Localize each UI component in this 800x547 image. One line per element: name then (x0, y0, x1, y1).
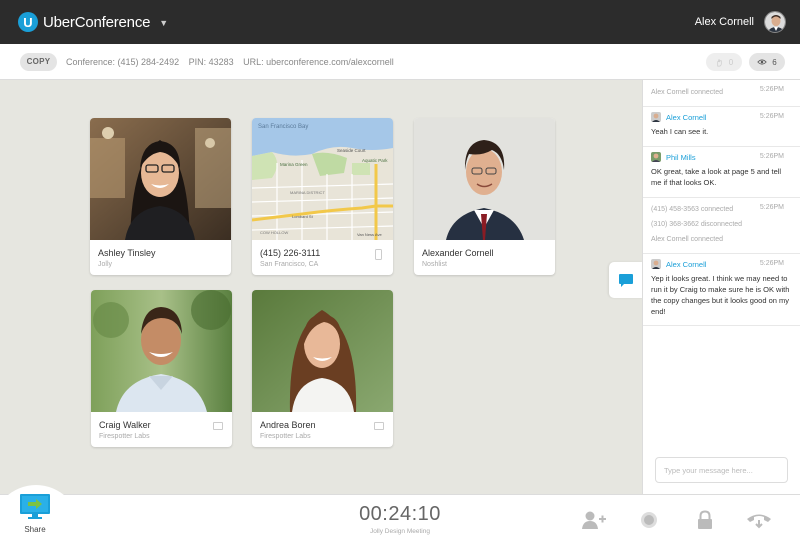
call-timer: 00:24:10 (359, 503, 441, 525)
avatar (651, 259, 661, 269)
message-text: Yeah I can see it. (651, 127, 709, 136)
viewers-count: 6 (772, 57, 777, 67)
author-name: Phil Mills (666, 152, 696, 162)
raised-hands-button[interactable]: 0 (706, 53, 742, 71)
record-icon (641, 512, 657, 528)
participant-card[interactable]: San Francisco Bay Marina Green Seaside C… (252, 118, 393, 275)
map-label: Marina Green (280, 162, 308, 167)
app-logo-menu[interactable]: U UberConference ▼ (18, 12, 168, 32)
chat-message: Alex Cornell Yep it looks great. I think… (643, 254, 800, 326)
conference-info-bar: COPY Conference: (415) 284-2492 PIN: 432… (0, 44, 800, 80)
participant-card[interactable]: Ashley Tinsley Jolly (90, 118, 231, 275)
map-label: MARINA DISTRICT (290, 190, 325, 195)
conference-pin: PIN: 43283 (188, 56, 234, 67)
timestamp: 5:26PM (759, 113, 784, 120)
location-map: San Francisco Bay Marina Green Seaside C… (252, 118, 393, 240)
computer-icon (374, 422, 384, 430)
participant-photo (91, 290, 232, 412)
share-label: Share (24, 525, 46, 534)
app-name: UberConference (43, 13, 151, 31)
chevron-down-icon: ▼ (159, 17, 169, 28)
logo-icon: U (18, 12, 38, 32)
add-person-icon (582, 511, 606, 529)
participant-name: Ashley Tinsley (98, 248, 156, 258)
participant-company: Jolly (98, 261, 113, 268)
copy-button[interactable]: COPY (20, 52, 57, 71)
map-label: Aquatic Park (362, 158, 388, 163)
avatar (651, 112, 661, 122)
participant-meta: Craig Walker Firespotter Labs (91, 412, 232, 447)
participant-company: Noshlist (422, 261, 447, 268)
timestamp: 5:26PM (759, 260, 784, 267)
message-text: Yep it looks great. I think we may need … (651, 274, 790, 316)
conference-url: URL: uberconference.com/alexcornell (243, 56, 394, 67)
share-screen-button[interactable]: Share (17, 493, 53, 534)
participant-meta: Ashley Tinsley Jolly (90, 240, 231, 275)
hangup-icon (747, 514, 771, 529)
chat-bubble-icon (619, 273, 633, 287)
message-text: OK great, take a look at page 5 and tell… (651, 167, 782, 187)
participant-name: (415) 226-3111 (260, 248, 321, 258)
participant-photo (414, 118, 555, 240)
chat-toggle-button[interactable] (609, 262, 643, 298)
chat-message-input[interactable] (655, 457, 788, 483)
user-name: Alex Cornell (694, 16, 754, 28)
map-label: Seaside Court (337, 148, 366, 153)
participant-name: Alexander Cornell (422, 248, 494, 258)
add-participant-button[interactable] (580, 507, 608, 533)
participant-meta: Alexander Cornell Noshlist (414, 240, 555, 275)
chat-message: Phil Mills OK great, take a look at page… (643, 147, 800, 198)
screen-share-icon (20, 494, 50, 519)
system-text: (310) 368-3662 disconnected (651, 221, 743, 228)
raised-hands-count: 0 (728, 57, 734, 67)
participant-photo (90, 118, 231, 240)
top-bar: U UberConference ▼ Alex Cornell (0, 0, 800, 44)
hand-icon (717, 58, 722, 66)
system-text: Alex Cornell connected (651, 236, 723, 243)
participant-photo (252, 290, 393, 412)
phone-icon (375, 249, 382, 260)
chat-system-event: Alex Cornell connected 5:26PM (643, 80, 800, 107)
chat-system-event: (415) 458-3563 connected (310) 368-3662 … (643, 198, 800, 254)
conference-details: Conference: (415) 284-2492 PIN: 43283 UR… (66, 57, 401, 67)
eye-icon (757, 59, 768, 65)
conference-number: Conference: (415) 284-2492 (66, 56, 180, 67)
call-controls-bar: Share 00:24:10 Jolly Design Meeting (0, 485, 800, 547)
map-label: San Francisco Bay (258, 124, 308, 130)
participant-card[interactable]: Andrea Boren Firespotter Labs (252, 290, 393, 447)
timestamp: 5:26PM (759, 86, 784, 93)
participant-card[interactable]: Alexander Cornell Noshlist (414, 118, 555, 275)
map-label: COW HOLLOW (260, 230, 288, 235)
chat-message: Alex Cornell Yeah I can see it. 5:26PM (643, 107, 800, 147)
lock-icon (698, 510, 712, 529)
viewers-button[interactable]: 6 (749, 53, 785, 71)
participant-meta: Andrea Boren Firespotter Labs (252, 412, 393, 447)
timestamp: 5:26PM (759, 204, 784, 211)
participant-company: Firespotter Labs (99, 433, 150, 440)
map-label: Van Ness Ave (357, 232, 383, 237)
avatar (651, 152, 661, 162)
computer-icon (213, 422, 223, 430)
avatar (764, 11, 786, 33)
meeting-name: Jolly Design Meeting (370, 528, 430, 535)
participant-company: San Francisco, CA (260, 261, 319, 268)
lock-button[interactable] (691, 507, 719, 533)
map-label: Lombard St (292, 214, 314, 219)
author-name: Alex Cornell (666, 112, 707, 122)
participant-company: Firespotter Labs (260, 433, 311, 440)
author-name: Alex Cornell (666, 259, 707, 269)
hang-up-button[interactable] (745, 507, 773, 533)
record-button[interactable] (635, 507, 663, 533)
participant-meta: (415) 226-3111 San Francisco, CA (252, 240, 393, 275)
participants-stage: Ashley Tinsley Jolly San Francisco Bay M… (0, 80, 642, 494)
participant-card[interactable]: Craig Walker Firespotter Labs (91, 290, 232, 447)
chat-panel: Alex Cornell connected 5:26PM Alex Corne… (642, 80, 800, 494)
timestamp: 5:26PM (759, 153, 784, 160)
user-menu[interactable]: Alex Cornell (695, 0, 786, 44)
